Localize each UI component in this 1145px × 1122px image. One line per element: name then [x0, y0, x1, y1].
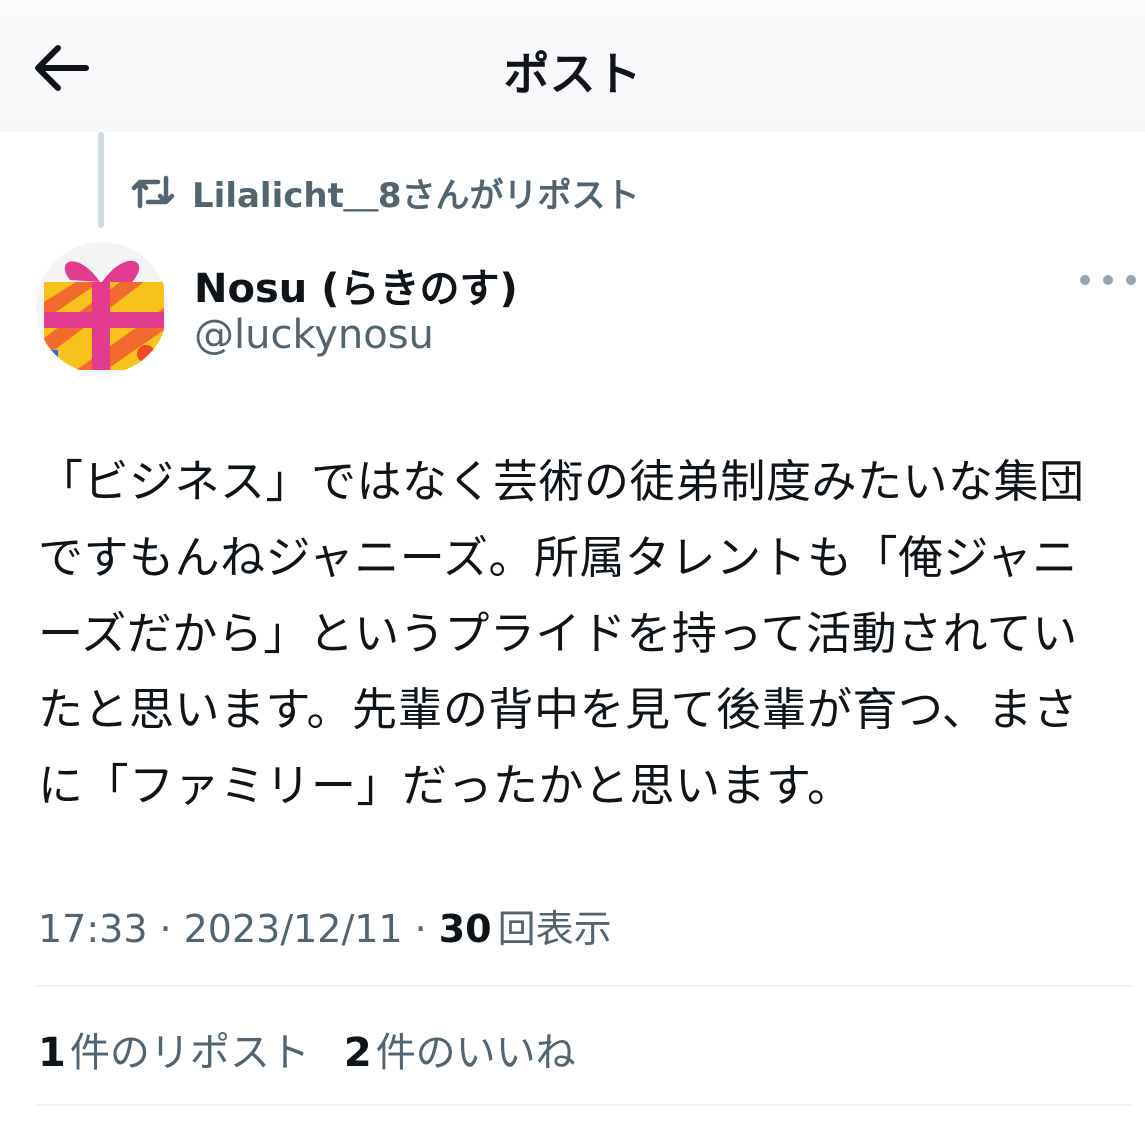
- repost-icon: [131, 175, 175, 209]
- avatar[interactable]: [36, 242, 168, 374]
- more-dots-icon: [1080, 275, 1090, 285]
- post-date[interactable]: 2023/12/11: [184, 907, 403, 951]
- meta-separator: ·: [414, 907, 427, 951]
- post-time[interactable]: 17:33: [38, 907, 148, 951]
- reposts-count: 1: [38, 1030, 66, 1076]
- author-handle[interactable]: @luckynosu: [194, 312, 434, 358]
- gift-box-avatar: [36, 242, 168, 374]
- thread-line: [98, 132, 104, 228]
- post-text-line: 「ビジネス」ではなく芸術の徒弟制度みたいな集団: [38, 455, 1085, 508]
- divider: [36, 985, 1133, 987]
- views-count: 30: [438, 907, 492, 951]
- divider: [36, 1104, 1133, 1106]
- header-bar: ポスト: [0, 0, 1145, 132]
- likes-label: 件のいいね: [375, 1030, 576, 1076]
- reposts-stat[interactable]: 1 件のリポスト: [38, 1020, 310, 1078]
- meta-separator: ·: [159, 907, 172, 951]
- likes-stat[interactable]: 2 件のいいね: [344, 1020, 576, 1078]
- likes-count: 2: [343, 1030, 372, 1076]
- repost-context[interactable]: Lilalicht＿8さんがリポスト: [130, 170, 640, 216]
- repost-label: Lilalicht＿8さんがリポスト: [192, 175, 640, 216]
- more-dots-icon: [1126, 275, 1136, 285]
- post-text-line: ですもんねジャニーズ。所属タレントも「俺ジャニ: [38, 531, 1078, 584]
- post-text-line: ーズだから」というプライドを持って活動されてい: [38, 607, 1078, 660]
- post-text: 「ビジネス」ではなく芸術の徒弟制度みたいな集団 ですもんねジャニーズ。所属タレン…: [38, 444, 1138, 824]
- views-label: 回表示: [497, 907, 612, 951]
- post-text-line: たと思います。先輩の背中を見て後輩が育つ、まさ: [38, 683, 1079, 736]
- post-text-line: に「ファミリー」だったかと思います。: [38, 759, 853, 812]
- author-display-name[interactable]: Nosu (らきのす): [194, 256, 518, 314]
- more-dots-icon: [1103, 275, 1113, 285]
- post-meta: 17:33 · 2023/12/11 · 30 回表示: [38, 898, 612, 953]
- more-options-button[interactable]: [1080, 262, 1136, 298]
- page-title: ポスト: [503, 47, 642, 101]
- reposts-label: 件のリポスト: [69, 1030, 310, 1076]
- post-stats: 1 件のリポスト 2 件のいいね: [38, 1020, 610, 1078]
